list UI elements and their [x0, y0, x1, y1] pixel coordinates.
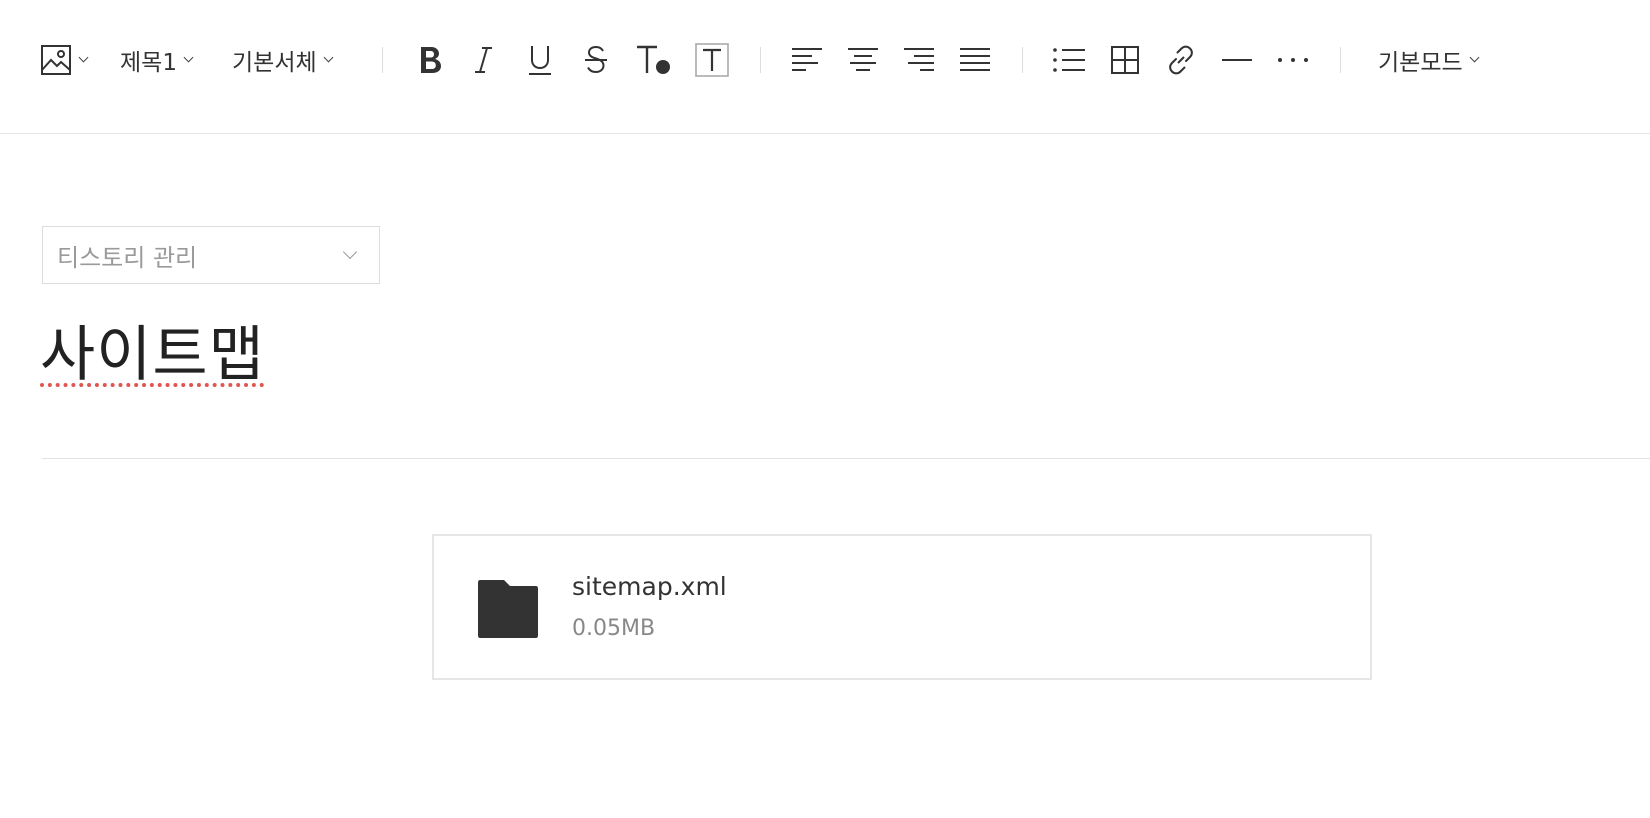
- heading-select[interactable]: 제목1: [120, 42, 194, 78]
- heading-select-label: 제목1: [120, 50, 177, 76]
- text-background-icon: [695, 43, 729, 77]
- title-divider: [42, 458, 1650, 459]
- chevron-down-icon: [78, 52, 89, 62]
- post-title-input[interactable]: 사이트맵: [40, 322, 265, 388]
- editor-mode-label: 기본모드: [1378, 50, 1463, 76]
- align-left-icon: [792, 48, 822, 71]
- more-icon: [1278, 58, 1308, 62]
- align-right-icon: [904, 48, 934, 71]
- italic-button[interactable]: [466, 40, 502, 80]
- chevron-down-icon: [323, 52, 334, 62]
- toolbar-separator: [382, 47, 383, 73]
- more-button[interactable]: [1274, 40, 1312, 80]
- text-background-button[interactable]: [692, 40, 732, 80]
- editor-mode-select[interactable]: 기본모드: [1378, 42, 1480, 78]
- align-justify-button[interactable]: [956, 40, 994, 80]
- image-insert-button[interactable]: [40, 42, 89, 78]
- folder-icon: [478, 580, 538, 638]
- strikethrough-button[interactable]: [578, 40, 614, 80]
- underline-icon: [529, 46, 551, 75]
- align-left-button[interactable]: [788, 40, 826, 80]
- text-color-button[interactable]: [634, 40, 674, 80]
- bold-icon: [421, 47, 441, 73]
- category-select-label: 티스토리 관리: [57, 243, 198, 272]
- link-button[interactable]: [1162, 40, 1200, 80]
- toolbar-separator: [760, 47, 761, 73]
- file-name: sitemap.xml: [572, 572, 727, 601]
- table-icon: [1111, 46, 1139, 74]
- file-size: 0.05MB: [572, 616, 656, 641]
- horizontal-rule-button[interactable]: [1218, 40, 1256, 80]
- link-icon: [1169, 45, 1193, 75]
- category-select[interactable]: 티스토리 관리: [42, 226, 380, 284]
- font-select[interactable]: 기본서체: [232, 42, 334, 78]
- horizontal-rule-icon: [1222, 59, 1252, 61]
- align-center-button[interactable]: [844, 40, 882, 80]
- toolbar-separator: [1340, 47, 1341, 73]
- editor-toolbar: 제목1 기본서체 기본모드: [0, 0, 1650, 134]
- text-color-icon: [637, 45, 670, 74]
- font-select-label: 기본서체: [232, 50, 317, 76]
- strikethrough-icon: [585, 45, 607, 74]
- align-justify-icon: [960, 48, 990, 71]
- image-icon: [41, 45, 71, 75]
- align-center-icon: [848, 48, 878, 71]
- file-attachment-card[interactable]: sitemap.xml 0.05MB: [432, 534, 1372, 680]
- chevron-down-icon: [1469, 52, 1480, 62]
- table-button[interactable]: [1106, 40, 1144, 80]
- bold-button[interactable]: [412, 40, 448, 80]
- toolbar-separator: [1022, 47, 1023, 73]
- bulleted-list-button[interactable]: [1050, 40, 1088, 80]
- chevron-down-icon: [183, 52, 194, 62]
- bulleted-list-icon: [1053, 48, 1085, 72]
- italic-icon: [475, 47, 492, 73]
- underline-button[interactable]: [522, 40, 558, 80]
- align-right-button[interactable]: [900, 40, 938, 80]
- chevron-down-icon: [342, 244, 358, 260]
